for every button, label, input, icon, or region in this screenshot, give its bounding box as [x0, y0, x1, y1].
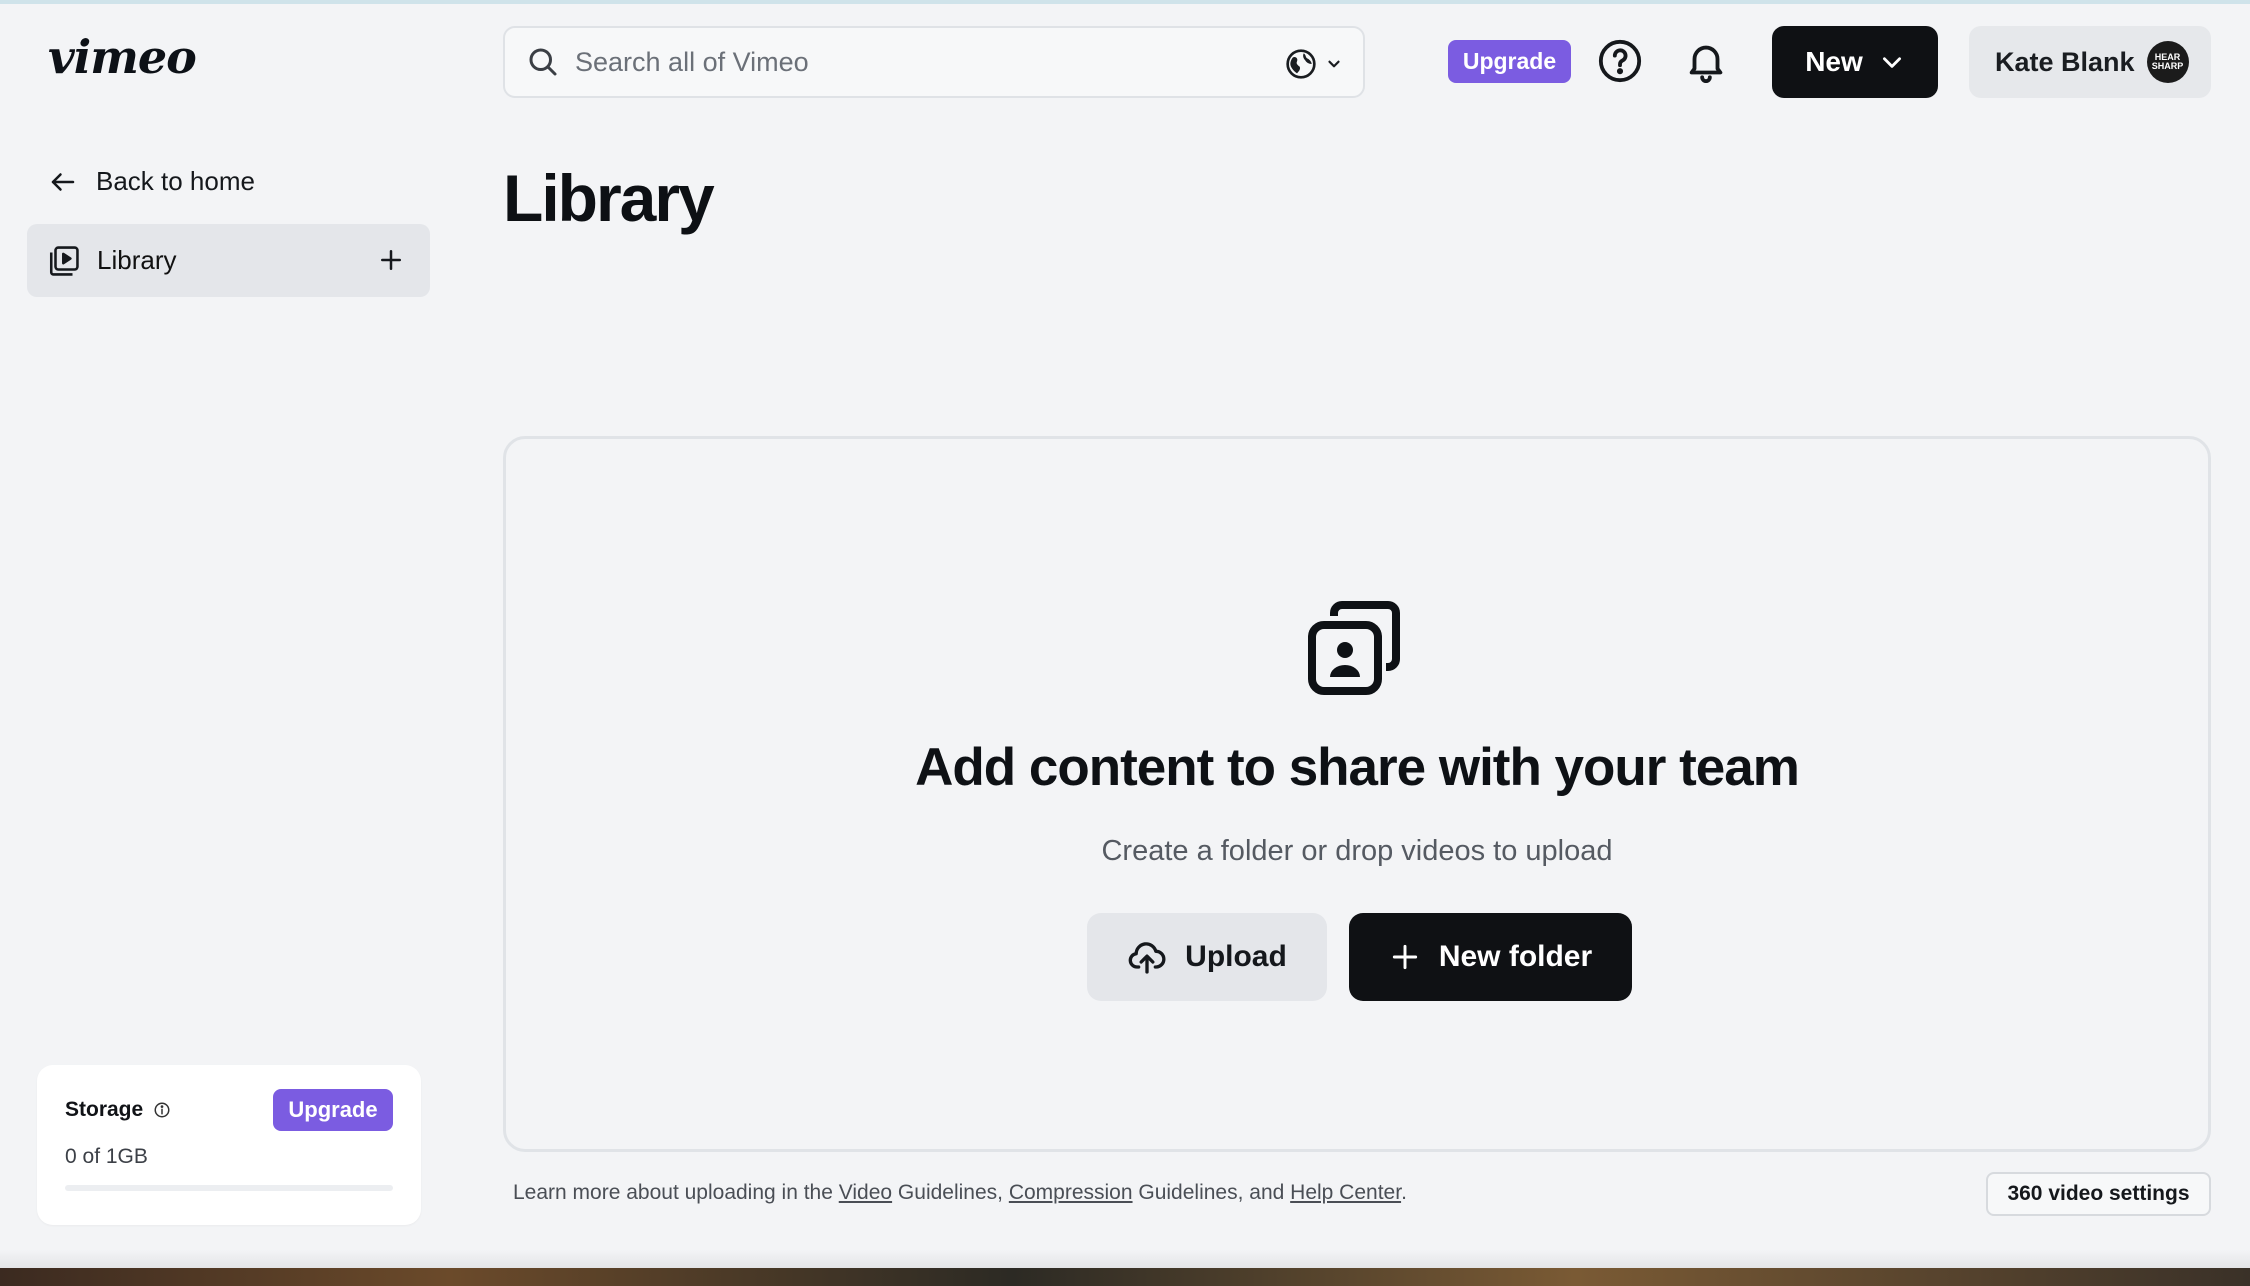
video-guidelines-link[interactable]: Video	[839, 1181, 892, 1204]
cloud-upload-icon	[1128, 942, 1166, 974]
page-title: Library	[503, 161, 715, 235]
search-scope-dropdown[interactable]	[1285, 48, 1343, 80]
storage-progress-bar	[65, 1185, 393, 1191]
header-upgrade-button[interactable]: Upgrade	[1448, 40, 1571, 83]
new-folder-button[interactable]: New folder	[1349, 913, 1632, 1001]
globe-icon	[1286, 49, 1316, 79]
sidebar-item-label: Library	[97, 245, 177, 275]
new-folder-button-label: New folder	[1438, 940, 1593, 973]
vimeo-logo[interactable]: vimeo	[48, 30, 197, 84]
chevron-down-icon	[1328, 60, 1340, 68]
storage-upgrade-button[interactable]: Upgrade	[273, 1089, 393, 1131]
360-video-settings-button[interactable]: 360 video settings	[1986, 1172, 2211, 1216]
search-icon	[529, 48, 557, 76]
window-top-rule	[0, 0, 2250, 4]
storage-title: Storage	[65, 1098, 144, 1121]
account-menu-button[interactable]: Kate Blank HEAR SHARP	[1969, 26, 2211, 98]
account-name: Kate Blank	[1995, 46, 2135, 77]
desktop-background-strip	[0, 1268, 2250, 1286]
guidelines-text: Guidelines,	[892, 1181, 1009, 1204]
guidelines-prefix: Learn more about uploading in the	[513, 1181, 839, 1204]
arrow-left-icon	[51, 172, 75, 191]
bell-icon[interactable]	[1683, 38, 1729, 84]
library-icon	[49, 245, 79, 276]
search-bar[interactable]	[503, 26, 1365, 98]
empty-state-subtext: Create a folder or drop videos to upload	[1101, 835, 1613, 867]
upload-button-label: Upload	[1185, 940, 1287, 973]
upload-guidelines-note: Learn more about uploading in the Video …	[513, 1181, 1407, 1205]
compression-guidelines-link[interactable]: Compression	[1009, 1181, 1133, 1204]
plus-icon	[1392, 944, 1417, 970]
sidebar-item-library[interactable]: Library	[27, 224, 430, 297]
avatar: HEAR SHARP	[2146, 41, 2189, 83]
back-to-home-link[interactable]: Back to home	[48, 166, 255, 197]
storage-card: Storage Upgrade 0 of 1GB	[37, 1065, 421, 1225]
back-to-home-label: Back to home	[96, 166, 255, 196]
help-center-link[interactable]: Help Center	[1290, 1181, 1401, 1204]
new-menu-button[interactable]: New	[1772, 26, 1938, 98]
help-circle-icon[interactable]	[1597, 38, 1643, 84]
empty-state-heading: Add content to share with your team	[915, 738, 1800, 797]
search-input[interactable]	[575, 42, 1135, 82]
info-icon[interactable]	[153, 1101, 171, 1119]
storage-usage-text: 0 of 1GB	[65, 1145, 148, 1168]
window-bottom-fade	[0, 1250, 2250, 1270]
chevron-down-icon	[1882, 57, 1901, 68]
media-stack-icon	[1308, 601, 1400, 695]
upload-dropzone[interactable]: Add content to share with your team Crea…	[503, 436, 2211, 1152]
upload-button[interactable]: Upload	[1087, 913, 1327, 1001]
guidelines-suffix: .	[1401, 1181, 1407, 1204]
guidelines-text: Guidelines, and	[1132, 1181, 1291, 1204]
plus-icon[interactable]	[376, 245, 406, 275]
new-button-label: New	[1805, 46, 1863, 77]
